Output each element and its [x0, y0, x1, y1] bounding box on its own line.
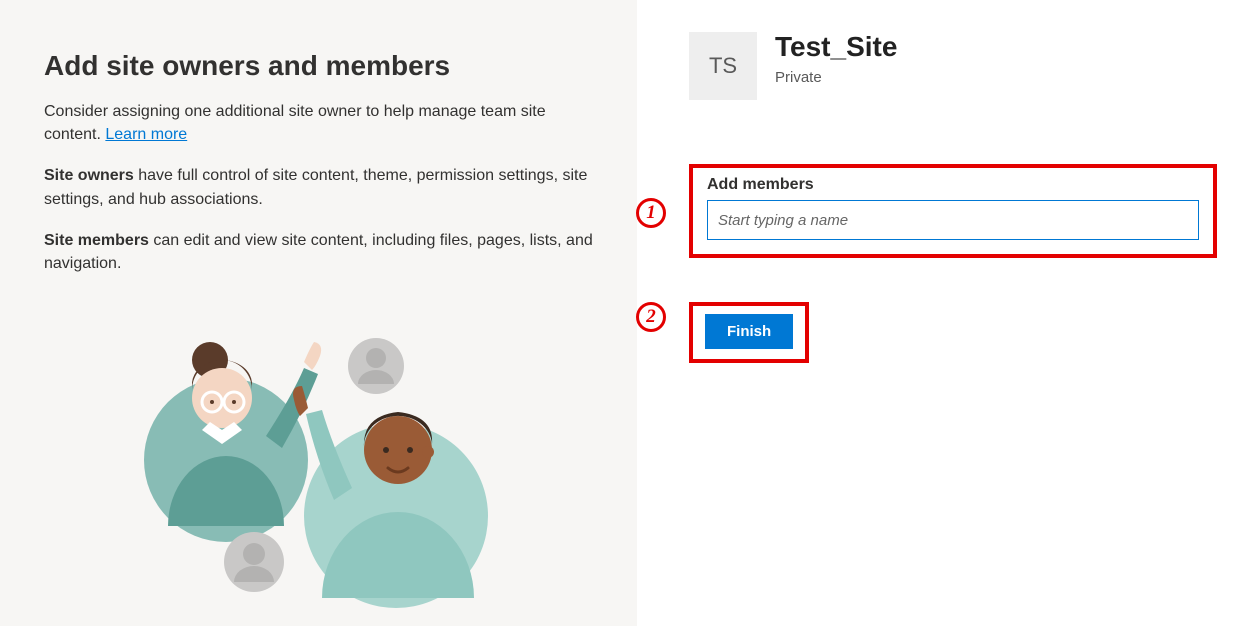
info-panel: Add site owners and members Consider ass…: [0, 0, 637, 626]
finish-button[interactable]: Finish: [705, 314, 793, 349]
learn-more-link[interactable]: Learn more: [105, 126, 187, 143]
site-info: Test_Site Private: [775, 32, 897, 86]
finish-section: Finish: [689, 302, 809, 363]
members-paragraph: Site members can edit and view site cont…: [44, 229, 593, 275]
add-members-input[interactable]: [707, 200, 1199, 240]
add-members-section: Add members: [689, 164, 1217, 258]
site-name: Test_Site: [775, 32, 897, 63]
intro-paragraph: Consider assigning one additional site o…: [44, 100, 593, 146]
site-tile: TS: [689, 32, 757, 100]
page-title: Add site owners and members: [44, 50, 593, 82]
add-members-label: Add members: [707, 176, 1199, 194]
members-bold: Site members: [44, 232, 149, 249]
site-privacy: Private: [775, 69, 897, 86]
form-panel: TS Test_Site Private Add members Finish: [637, 0, 1253, 626]
callout-1-icon: 1: [636, 198, 666, 228]
site-header: TS Test_Site Private: [689, 32, 1221, 100]
people-illustration: [126, 330, 506, 630]
owners-paragraph: Site owners have full control of site co…: [44, 164, 593, 210]
owners-bold: Site owners: [44, 167, 134, 184]
callout-2-icon: 2: [636, 302, 666, 332]
